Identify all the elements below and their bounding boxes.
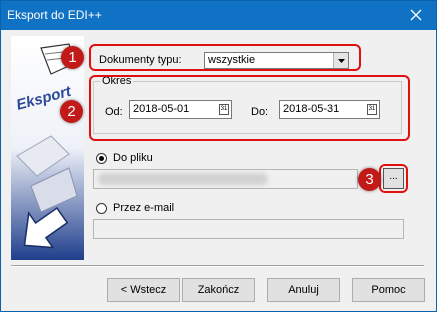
- help-button[interactable]: Pomoc: [352, 278, 425, 302]
- close-button[interactable]: [400, 4, 432, 26]
- file-path-input[interactable]: [93, 169, 358, 189]
- to-file-label[interactable]: Do pliku: [113, 152, 153, 164]
- export-wizard-image: Eksport: [11, 36, 84, 260]
- highlight-box-3: [379, 164, 408, 193]
- close-icon: [410, 9, 422, 21]
- by-email-label[interactable]: Przez e-mail: [113, 202, 174, 214]
- file-path-value-redacted: [98, 173, 268, 185]
- title-bar[interactable]: Eksport do EDI++: [1, 1, 436, 30]
- to-file-radio[interactable]: [96, 153, 107, 164]
- annotation-badge-2: 2: [60, 100, 83, 123]
- window-title: Eksport do EDI++: [7, 8, 102, 22]
- highlight-box-1: [89, 44, 361, 71]
- by-email-radio[interactable]: [96, 203, 107, 214]
- dialog-body: Eksport Dokumenty typu: wszystkie Okres …: [1, 30, 436, 311]
- finish-button[interactable]: Zakończ: [182, 278, 255, 302]
- cancel-button[interactable]: Anuluj: [267, 278, 340, 302]
- highlight-box-2: [89, 75, 410, 141]
- annotation-badge-1: 1: [61, 46, 84, 69]
- annotation-badge-3: 3: [358, 168, 381, 191]
- separator-line: [11, 265, 424, 267]
- back-button[interactable]: < Wstecz: [107, 278, 180, 302]
- export-dialog: Eksport do EDI++ Eksport Dokumenty typu:…: [0, 0, 437, 312]
- email-input[interactable]: [93, 219, 404, 239]
